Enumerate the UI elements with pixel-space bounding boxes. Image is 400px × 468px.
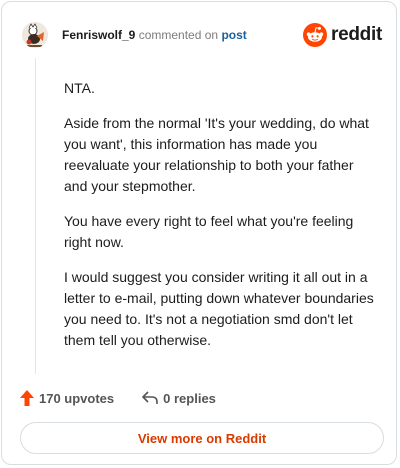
username-link[interactable]: Fenriswolf_9 (62, 28, 135, 42)
comment-actions: 170 upvotes 0 replies (20, 388, 216, 408)
comment-paragraph: I would suggest you consider writing it … (64, 269, 374, 348)
reddit-wordmark: reddit (331, 24, 382, 45)
thread-line[interactable] (35, 58, 36, 374)
upvote-arrow-icon (20, 390, 34, 406)
upvote-count: 170 upvotes (39, 390, 115, 406)
reply-button[interactable]: 0 replies (142, 391, 216, 406)
upvote-button[interactable]: 170 upvotes (20, 390, 114, 406)
comment-paragraph: You have every right to feel what you're… (64, 213, 354, 250)
action-text: commented on (138, 28, 219, 42)
fenrir-avatar-icon[interactable] (22, 22, 48, 48)
view-more-button[interactable]: View more on Reddit (20, 422, 384, 454)
comment-card: Fenriswolf_9 commented on post reddit NT… (1, 1, 397, 465)
comment-body: NTA. Aside from the normal 'It's your we… (64, 78, 380, 365)
post-link[interactable]: post (221, 28, 246, 42)
comment-header: Fenriswolf_9 commented on post reddit (22, 22, 382, 48)
comment-paragraph: NTA. (64, 80, 95, 96)
comment-paragraph: Aside from the normal 'It's your wedding… (64, 115, 369, 194)
reply-arrow-icon (142, 391, 158, 404)
reply-count: 0 replies (163, 390, 216, 406)
reddit-logo[interactable]: reddit (303, 22, 382, 48)
reddit-snoo-icon (303, 23, 328, 47)
comment-meta: Fenriswolf_9 commented on post (62, 28, 247, 42)
